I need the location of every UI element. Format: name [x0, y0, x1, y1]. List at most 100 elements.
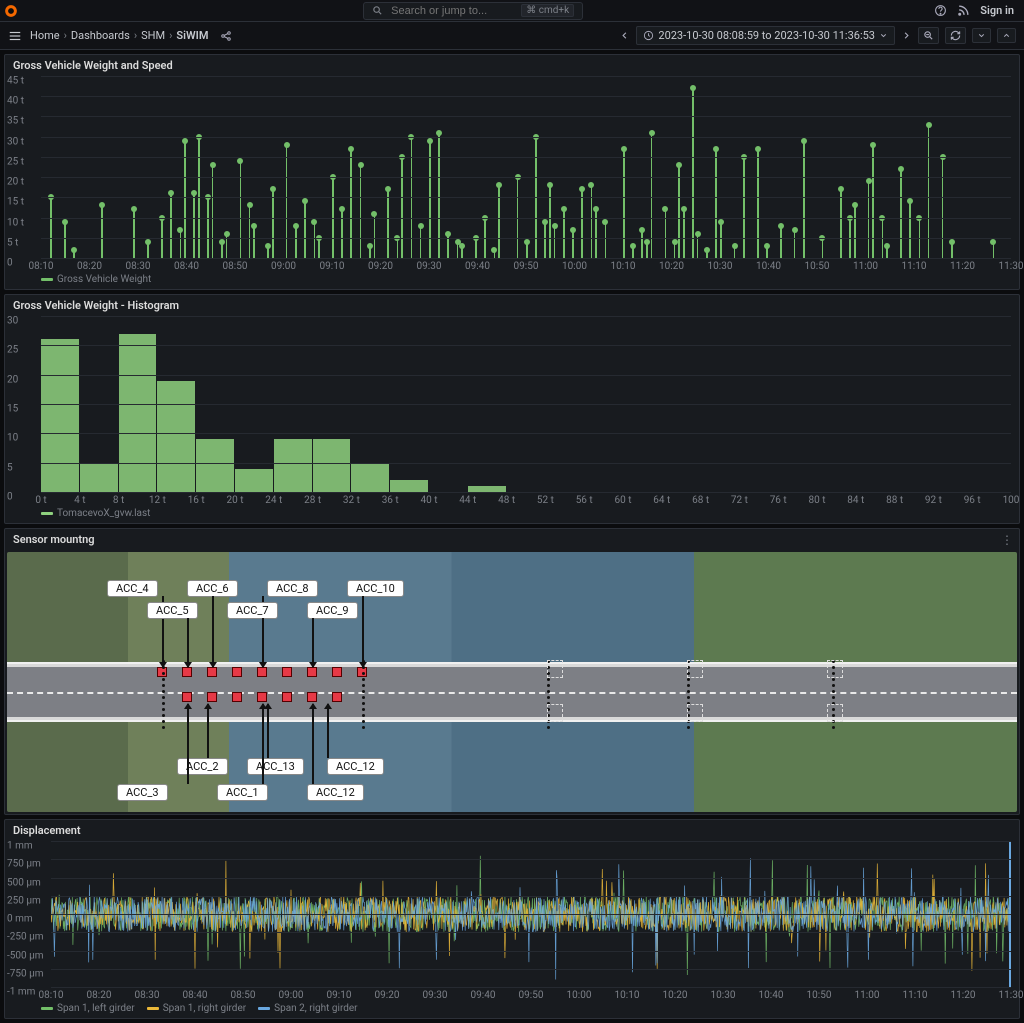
x-tick-label: 08:40 — [183, 990, 208, 1001]
data-point — [734, 246, 736, 258]
x-tick-label: 11:20 — [951, 990, 976, 1001]
x-tick-label: 10:20 — [663, 990, 688, 1001]
data-point — [170, 193, 172, 258]
help-icon[interactable] — [934, 4, 947, 17]
x-tick-label: 09:20 — [375, 990, 400, 1001]
arrow-icon — [187, 618, 189, 667]
data-point — [397, 238, 399, 258]
panel-menu-icon[interactable]: ⋮ — [1001, 533, 1013, 547]
zoom-out-icon[interactable] — [918, 27, 939, 44]
x-tick-label: 09:30 — [423, 990, 448, 1001]
rss-icon[interactable] — [957, 4, 970, 17]
y-tick-label: 500 µm — [7, 877, 41, 888]
sensor-label: ACC_9 — [307, 602, 358, 619]
y-tick-label: 15 t — [7, 197, 24, 208]
y-tick-label: 5 t — [7, 237, 18, 248]
x-tick-label: 10:20 — [659, 261, 684, 272]
legend: Span 1, left girder Span 1, right girder… — [5, 1001, 1019, 1018]
sensor-marker — [257, 692, 267, 702]
x-tick-label: 09:50 — [519, 990, 544, 1001]
x-tick-label: 09:20 — [368, 261, 393, 272]
search-input[interactable] — [389, 4, 515, 18]
histogram-bar — [80, 463, 118, 492]
chart-gvw[interactable]: 05 t10 t15 t20 t25 t30 t35 t40 t45 t08:1… — [5, 76, 1019, 272]
sensor-label: ACC_13 — [247, 758, 304, 775]
sensor-marker — [182, 667, 192, 677]
crumb-dashboards[interactable]: Dashboards — [71, 29, 130, 42]
x-tick-label: 09:00 — [271, 261, 296, 272]
data-point — [50, 197, 52, 258]
data-point — [249, 205, 251, 258]
data-point — [641, 230, 643, 258]
chevron-up-icon[interactable] — [997, 28, 1016, 43]
y-tick-label: 30 — [7, 316, 18, 327]
legend-label: Gross Vehicle Weight — [57, 274, 151, 285]
y-tick-label: -500 µm — [7, 950, 44, 961]
global-search[interactable]: ⌘ cmd+k — [363, 2, 583, 20]
data-point — [526, 242, 528, 258]
pier-marker — [362, 657, 364, 732]
sensor-marker — [307, 692, 317, 702]
arrow-icon — [262, 704, 264, 784]
data-point — [374, 214, 376, 258]
x-tick-label: 10:10 — [611, 261, 636, 272]
share-icon[interactable] — [220, 30, 232, 42]
chart-displacement[interactable]: -1 mm-750 µm-500 µm-250 µm0 mm250 µm500 … — [5, 841, 1019, 1001]
panel-title: Gross Vehicle Weight and Speed — [5, 55, 1019, 76]
data-point — [272, 189, 274, 258]
x-tick-label: 08:20 — [77, 261, 102, 272]
x-tick-label: 24 t — [265, 495, 282, 506]
y-tick-label: 30 t — [7, 136, 24, 147]
data-point — [253, 226, 255, 258]
x-tick-label: 10:50 — [805, 261, 830, 272]
x-tick-label: 11:10 — [902, 261, 927, 272]
refresh-interval-picker[interactable] — [972, 28, 991, 43]
sensor-diagram: ACC_4ACC_6ACC_8ACC_10ACC_5ACC_7ACC_9ACC_… — [7, 552, 1017, 812]
x-tick-label: 10:50 — [807, 990, 832, 1001]
x-tick-label: 10:00 — [562, 261, 587, 272]
breadcrumb: Home › Dashboards › SHM › SiWIM — [30, 29, 208, 42]
crumb-home[interactable]: Home — [30, 29, 60, 42]
histogram-bar — [351, 463, 389, 492]
data-point — [457, 242, 459, 258]
y-tick-label: 40 t — [7, 96, 24, 107]
y-tick-label: 25 t — [7, 156, 24, 167]
y-tick-label: 10 — [7, 433, 18, 444]
legend: Gross Vehicle Weight — [5, 272, 1019, 289]
time-back-icon[interactable] — [619, 30, 630, 41]
data-point — [872, 145, 874, 258]
data-point — [212, 165, 214, 258]
x-tick-label: 08:20 — [87, 990, 112, 1001]
data-point — [101, 205, 103, 258]
x-tick-label: 11:30 — [999, 261, 1024, 272]
x-tick-label: 08:40 — [174, 261, 199, 272]
x-tick-label: 72 t — [731, 495, 748, 506]
legend-label: Span 1, left girder — [57, 1003, 135, 1014]
chart-histogram[interactable]: 0510152025300 t4 t8 t12 t16 t20 t24 t28 … — [5, 316, 1019, 506]
refresh-icon[interactable] — [945, 27, 966, 44]
data-point — [295, 226, 297, 258]
legend-label: TomacevoX_gvw.last — [57, 508, 150, 519]
sign-in-button[interactable]: Sign in — [980, 4, 1014, 17]
time-range-picker[interactable]: 2023-10-30 08:08:59 to 2023-10-30 11:36:… — [636, 26, 895, 45]
x-tick-label: 40 t — [421, 495, 438, 506]
x-tick-label: 80 t — [809, 495, 826, 506]
histogram-bar — [41, 339, 79, 492]
time-range-label: 2023-10-30 08:08:59 to 2023-10-30 11:36:… — [658, 29, 875, 42]
data-point — [350, 149, 352, 258]
crumb-shm[interactable]: SHM — [141, 29, 165, 42]
data-point — [73, 250, 75, 258]
data-point — [318, 238, 320, 258]
data-point — [794, 230, 796, 258]
data-point — [868, 181, 870, 258]
time-forward-icon[interactable] — [901, 30, 912, 41]
data-point — [498, 185, 500, 258]
y-tick-label: 20 — [7, 374, 18, 385]
menu-toggle-icon[interactable] — [8, 29, 22, 43]
y-tick-label: -250 µm — [7, 932, 44, 943]
data-point — [651, 133, 653, 258]
histogram-bar — [196, 439, 234, 492]
x-tick-label: 08:50 — [223, 261, 248, 272]
x-tick-label: 88 t — [886, 495, 903, 506]
grafana-logo-icon[interactable] — [0, 0, 22, 22]
